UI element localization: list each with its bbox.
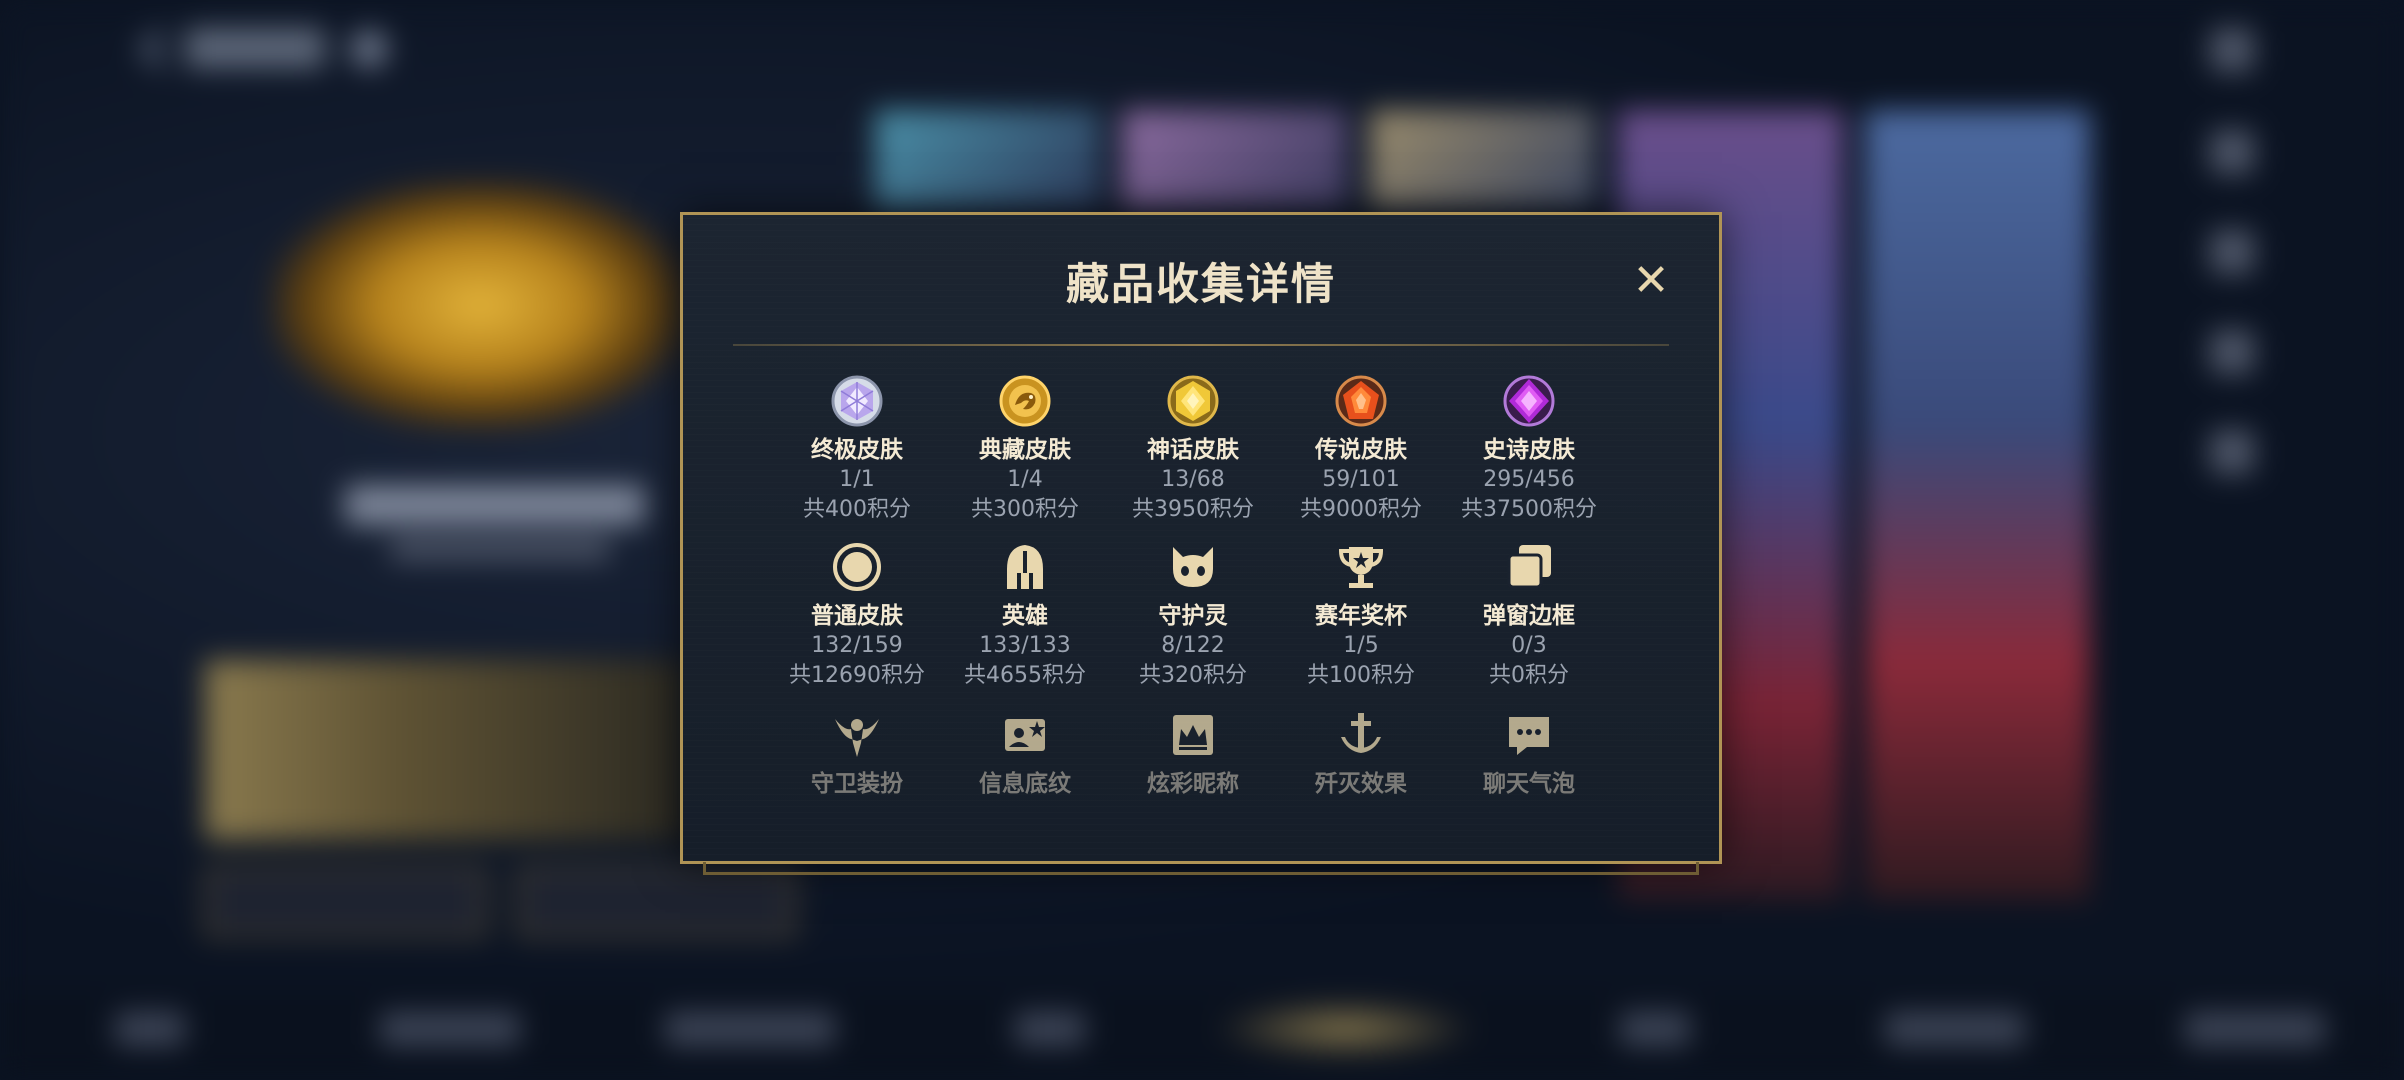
- popup-frame-icon: [1507, 545, 1551, 589]
- chat-bubble-icon: [1509, 717, 1549, 755]
- item-points: 共4655积分: [964, 663, 1086, 688]
- item-name: 普通皮肤: [811, 603, 903, 629]
- nav-item: [665, 1012, 835, 1046]
- item-points: 共300积分: [971, 497, 1079, 522]
- bg-player-name-placeholder: [345, 485, 645, 525]
- season-trophy-icon: [1338, 547, 1384, 588]
- item-count: 0/3: [1511, 633, 1547, 658]
- collection-item-chat-bubble[interactable]: 聊天气泡: [1445, 707, 1613, 799]
- normal-skin-ring-icon: [833, 543, 881, 591]
- modal-title: 藏品收集详情: [1066, 260, 1336, 310]
- item-count: 1/4: [1007, 467, 1043, 492]
- collection-item-popup-frame[interactable]: 弹窗边框 0/3 共0积分: [1445, 539, 1613, 691]
- ultimate-skin-gem-icon: [831, 375, 883, 427]
- collection-item-legend-skin[interactable]: 传说皮肤 59/101 共9000积分: [1277, 373, 1445, 525]
- item-name: 弹窗边框: [1483, 603, 1575, 629]
- item-count: 8/122: [1161, 633, 1225, 658]
- item-name: 赛年奖杯: [1315, 603, 1407, 629]
- item-name: 英雄: [1002, 603, 1048, 629]
- item-name: 典藏皮肤: [979, 437, 1071, 463]
- item-points: 共37500积分: [1461, 497, 1597, 522]
- close-icon: ✕: [1632, 255, 1670, 306]
- item-name: 聊天气泡: [1483, 771, 1575, 797]
- item-points: 共12690积分: [789, 663, 925, 688]
- bg-button-left: [205, 868, 486, 936]
- collection-item-myth-skin[interactable]: 神话皮肤 13/68 共3950积分: [1109, 373, 1277, 525]
- help-icon: [350, 30, 388, 68]
- title-divider: [733, 344, 1669, 346]
- item-name: 守护灵: [1158, 603, 1228, 629]
- collection-item-info-background[interactable]: 信息底纹: [941, 707, 1109, 799]
- nav-item: [380, 1012, 520, 1046]
- item-name: 守卫装扮: [811, 771, 903, 797]
- epic-skin-gem-icon: [1503, 375, 1555, 427]
- nav-item: [1620, 1012, 1690, 1046]
- item-count: 133/133: [979, 633, 1071, 658]
- modal-bottom-rail: [703, 862, 1699, 875]
- item-points: 共320积分: [1139, 663, 1247, 688]
- collection-skin-dragon-icon: [999, 375, 1051, 427]
- mail-icon: [2210, 28, 2254, 72]
- nav-item: [1015, 1012, 1085, 1046]
- guard-outfit-icon: [835, 719, 879, 757]
- bottom-nav-highlight: [1210, 998, 1480, 1060]
- side-icon: [2210, 430, 2254, 474]
- item-points: 共100积分: [1307, 663, 1415, 688]
- skin-card: [1370, 110, 1595, 210]
- collection-item-hero[interactable]: 英雄 133/133 共4655积分: [941, 539, 1109, 691]
- item-count: 59/101: [1322, 467, 1400, 492]
- kill-effect-icon: [1341, 713, 1381, 753]
- item-name: 传说皮肤: [1315, 437, 1407, 463]
- item-name: 终极皮肤: [811, 437, 903, 463]
- skin-card: [875, 110, 1100, 210]
- item-count: 295/456: [1483, 467, 1575, 492]
- info-background-icon: [1005, 719, 1045, 751]
- myth-skin-gem-icon: [1167, 375, 1219, 427]
- collection-item-ultimate-skin[interactable]: 终极皮肤 1/1 共400积分: [773, 373, 941, 525]
- back-icon: [140, 25, 164, 69]
- collection-item-normal-skin[interactable]: 普通皮肤 132/159 共12690积分: [773, 539, 941, 691]
- item-name: 歼灭效果: [1315, 771, 1407, 797]
- collection-item-colorful-nickname[interactable]: 炫彩昵称: [1109, 707, 1277, 799]
- close-button[interactable]: ✕: [1629, 259, 1673, 303]
- skin-card: [1865, 110, 2090, 900]
- collection-item-epic-skin[interactable]: 史诗皮肤 295/456 共37500积分: [1445, 373, 1613, 525]
- nav-item: [1885, 1012, 2025, 1046]
- bg-button-right: [518, 868, 794, 936]
- item-name: 神话皮肤: [1147, 437, 1239, 463]
- bottom-nav: [0, 990, 2404, 1080]
- rank-emblem: [270, 180, 690, 430]
- side-icon: [2210, 330, 2254, 374]
- collection-details-modal: 藏品收集详情 ✕ 终极皮肤 1/1 共400积分 典藏皮肤 1/4 共300积分…: [680, 212, 1722, 875]
- collection-item-collection-skin[interactable]: 典藏皮肤 1/4 共300积分: [941, 373, 1109, 525]
- collection-item-season-trophy[interactable]: 赛年奖杯 1/5 共100积分: [1277, 539, 1445, 691]
- item-count: 13/68: [1161, 467, 1225, 492]
- item-count: 1/5: [1343, 633, 1379, 658]
- item-points: 共9000积分: [1300, 497, 1422, 522]
- guardian-spirit-icon: [1173, 547, 1213, 587]
- collection-item-guard-outfit[interactable]: 守卫装扮: [773, 707, 941, 799]
- collection-item-guardian-spirit[interactable]: 守护灵 8/122 共320积分: [1109, 539, 1277, 691]
- item-name: 炫彩昵称: [1147, 771, 1239, 797]
- item-points: 共3950积分: [1132, 497, 1254, 522]
- skin-card: [1122, 110, 1347, 210]
- item-name: 史诗皮肤: [1483, 437, 1575, 463]
- legend-skin-gem-icon: [1335, 375, 1387, 427]
- hero-helmet-icon: [1007, 545, 1043, 589]
- side-icon: [2210, 130, 2254, 174]
- item-name: 信息底纹: [979, 771, 1071, 797]
- bg-banner: [205, 660, 685, 840]
- collection-item-kill-effect[interactable]: 歼灭效果: [1277, 707, 1445, 799]
- item-count: 1/1: [839, 467, 875, 492]
- side-icon: [2210, 230, 2254, 274]
- item-count: 132/159: [811, 633, 903, 658]
- item-points: 共400积分: [803, 497, 911, 522]
- item-points: 共0积分: [1489, 663, 1569, 688]
- bg-player-sub-placeholder: [390, 538, 610, 560]
- bg-page-title-placeholder: [185, 28, 325, 68]
- nav-item: [115, 1012, 185, 1046]
- nav-item: [2185, 1012, 2325, 1046]
- colorful-nickname-icon: [1173, 715, 1213, 755]
